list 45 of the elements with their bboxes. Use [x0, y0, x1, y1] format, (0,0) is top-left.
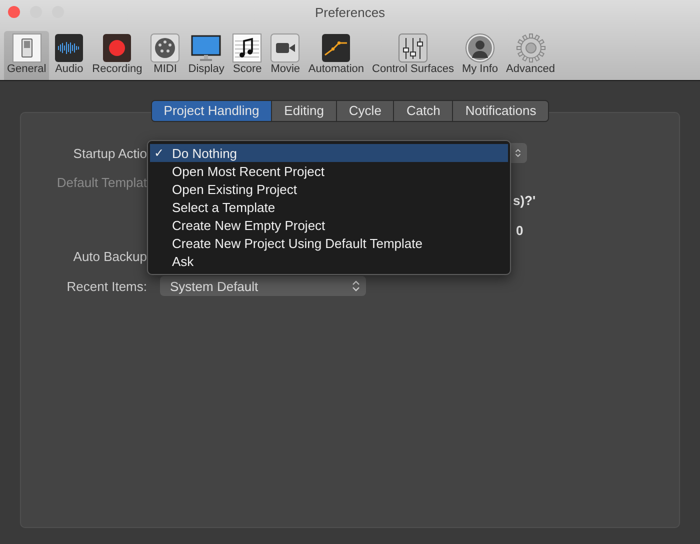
switch-icon — [12, 33, 42, 63]
tab[interactable]: Cycle — [336, 101, 394, 121]
music-note-icon — [232, 33, 262, 63]
toolbar-item[interactable]: Display — [185, 31, 228, 80]
toolbar-item[interactable]: Audio — [51, 31, 88, 80]
window-title: Preferences — [314, 4, 386, 20]
tab[interactable]: Project Handling — [152, 101, 272, 121]
toolbar-item[interactable]: Advanced — [503, 31, 558, 80]
toolbar-item[interactable]: MIDI — [147, 31, 184, 80]
person-icon — [464, 33, 495, 63]
waveform-icon — [54, 33, 84, 63]
menu-item[interactable]: Ask — [150, 252, 508, 270]
monitor-icon — [191, 33, 222, 63]
close-button[interactable] — [8, 6, 20, 18]
toolbar-item[interactable]: Automation — [305, 31, 368, 80]
menu-item[interactable]: ✓ Do Nothing — [150, 144, 508, 162]
menu-item[interactable]: Create New Project Using Default Template — [150, 234, 508, 252]
tab[interactable]: Notifications — [452, 101, 548, 121]
toolbar-item[interactable]: Recording — [89, 31, 146, 80]
automation-curve-icon — [321, 33, 352, 63]
toolbar-item[interactable]: Control Surfaces — [369, 31, 457, 80]
toolbar-item[interactable]: My Info — [458, 31, 502, 80]
field-label: Recent Items: — [66, 278, 147, 294]
toolbar-item[interactable]: Movie — [267, 31, 304, 80]
tab[interactable]: Editing — [271, 101, 336, 121]
menu-item[interactable]: Create New Empty Project — [150, 216, 508, 234]
record-icon — [102, 33, 132, 63]
menu-item[interactable]: Open Most Recent Project — [150, 162, 508, 180]
settings-icon — [516, 33, 546, 63]
chevron-icon — [352, 280, 360, 292]
menu-item[interactable]: Select a Template — [150, 198, 508, 216]
option-text: s)?' — [513, 192, 536, 208]
field-label: Default Templat — [56, 174, 147, 190]
faders-icon — [398, 33, 428, 63]
recent-items-popup[interactable]: System Default — [160, 276, 366, 296]
option-text: 0 — [516, 222, 524, 238]
midi-connector-icon — [150, 33, 180, 63]
field-label: Auto Backup — [72, 248, 147, 264]
video-camera-icon — [270, 33, 300, 63]
chevron-icon — [515, 147, 521, 159]
field-label: Startup Actio — [72, 146, 147, 160]
menu-item[interactable]: Open Existing Project — [150, 180, 508, 198]
toolbar-item[interactable]: Score — [229, 31, 266, 80]
toolbar-item[interactable]: General — [4, 31, 50, 80]
tab[interactable]: Catch — [393, 101, 452, 121]
